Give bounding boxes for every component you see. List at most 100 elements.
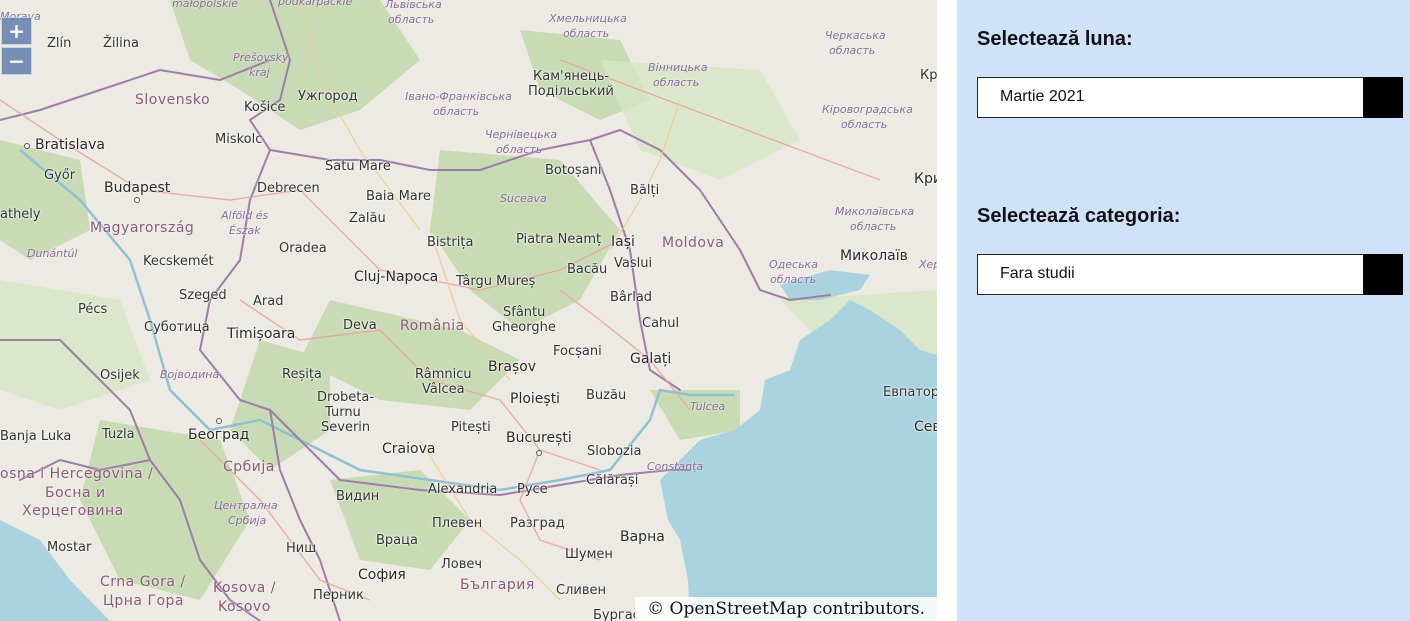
region-label-chernivetska-2: область (496, 143, 543, 156)
country-label-srbija: Србија (223, 459, 275, 475)
city-label-pecs: Pécs (78, 302, 108, 317)
region-label-tsentralna-1: Централна (214, 499, 278, 512)
city-label-vidin: Видин (336, 489, 380, 504)
category-select[interactable]: Fara studii (977, 254, 1403, 295)
city-label-drobeta-1: Drobeta- (317, 390, 375, 405)
city-label-timisoara: Timișoara (227, 326, 296, 342)
region-label-podkarpackie: podkarpackie (278, 0, 353, 8)
city-label-satu-mare: Satu Mare (325, 159, 391, 174)
region-label-kher: Хер (919, 258, 937, 271)
region-label-dunantul: Dunántúl (27, 247, 78, 260)
city-label-iasi: Iași (611, 234, 635, 250)
city-label-pernik: Перник (313, 588, 364, 603)
country-label-crna-gora-cyr: Црна Гора (103, 593, 185, 609)
region-label-vinnytska-2: область (653, 76, 700, 89)
map-panel-gap (937, 0, 957, 621)
region-label-alfold-1: Alföld és (221, 209, 269, 222)
city-label-zalau: Zalău (349, 211, 386, 226)
city-label-lovech: Ловеч (441, 557, 483, 572)
city-label-focsani: Focșani (553, 344, 602, 359)
city-label-bucuresti: București (506, 430, 572, 446)
city-label-sliven: Сливен (556, 583, 606, 598)
region-label-ivano-1: Івано-Франківська (405, 90, 512, 103)
zoom-out-button[interactable]: − (1, 47, 32, 75)
city-marker (24, 143, 30, 149)
region-label-malopolskie: małopolskie (172, 0, 239, 10)
dropdown-arrow-icon[interactable] (1363, 77, 1403, 118)
city-label-drobeta-2: Turnu (325, 405, 361, 420)
city-label-tuzla: Tuzla (102, 427, 135, 442)
city-label-gyor: Győr (44, 168, 76, 183)
country-label-magyarorszag: Magyarország (90, 220, 195, 236)
city-label-piatra-neamt: Piatra Neamț (516, 232, 602, 247)
city-label-deva: Deva (343, 318, 377, 333)
map-view[interactable]: România Moldova Slovensko Magyarország С… (0, 0, 937, 621)
region-label-lvivska-1: Львівська (385, 0, 442, 11)
city-marker (216, 418, 222, 424)
city-label-alexandria: Alexandria (428, 482, 498, 497)
city-label-ramnicu-1: Râmnicu (415, 367, 472, 382)
city-label-razgrad: Разград (510, 516, 565, 531)
city-label-ploiesti: Ploiești (510, 391, 561, 407)
city-label-arad: Arad (253, 294, 284, 309)
city-label-barlad: Bârlad (610, 290, 653, 305)
city-label-szekesfehervar: athely (0, 207, 41, 222)
city-label-szeged: Szeged (179, 288, 227, 303)
city-label-burgas: Бургас (593, 608, 640, 621)
category-select-value: Fara studii (1000, 265, 1075, 282)
city-label-galati: Galați (630, 351, 672, 367)
region-label-cherkaska-1: Черкаська (825, 29, 886, 42)
city-label-cluj: Cluj-Napoca (354, 269, 439, 285)
city-label-slobozia: Slobozia (587, 444, 642, 459)
region-label-constanta: Constanța (647, 460, 704, 473)
city-label-miskolc: Miskolc (215, 132, 263, 147)
zoom-in-button[interactable]: + (1, 17, 32, 45)
city-label-vratsa: Враца (376, 533, 418, 548)
region-label-mykolaivska-2: область (850, 220, 897, 233)
region-label-alfold-2: Észak (229, 224, 261, 237)
city-label-brasov: Brașov (488, 359, 537, 375)
city-label-uzhhorod: Ужгород (298, 89, 358, 104)
dropdown-arrow-icon[interactable] (1363, 254, 1403, 295)
region-label-presovsky-2: kraj (249, 66, 270, 79)
region-label-ivano-2: область (433, 105, 480, 118)
month-select-value: Martie 2021 (1000, 88, 1085, 105)
city-label-sfantu-2: Gheorghe (492, 320, 556, 335)
city-label-debrecen: Debrecen (257, 181, 320, 196)
city-label-kosice: Košice (244, 100, 286, 115)
region-label-vinnytska-1: Вінницька (648, 61, 708, 74)
map-attribution[interactable]: © OpenStreetMap contributors. (635, 597, 937, 621)
region-label-vojvodina: Војводина (160, 368, 220, 381)
region-label-tulcea: Tulcea (690, 400, 726, 413)
city-label-resita: Reșița (282, 367, 322, 382)
country-label-kosova: Kosova / (213, 580, 276, 596)
city-label-balti: Bălți (630, 183, 660, 198)
city-label-kamianets: Кам'янець- (533, 69, 610, 84)
country-label-bosnia-1: osna i Hercegovina / (0, 466, 154, 482)
country-label-kosovo: Kosovo (218, 599, 271, 615)
country-label-moldova: Moldova (662, 235, 725, 251)
city-label-sofia: София (358, 567, 406, 583)
city-label-kry: Кри (914, 171, 937, 187)
city-label-podilskyi: Подільський (528, 84, 614, 99)
region-label-tsentralna-2: Србија (228, 514, 267, 527)
city-label-subotica: Суботица (144, 320, 210, 335)
city-label-mostar: Mostar (47, 540, 92, 555)
region-label-mykolaivska-1: Миколаївська (835, 205, 915, 218)
region-label-odeska-1: Одеська (769, 258, 818, 271)
city-label-banja-luka: Banja Luka (0, 429, 72, 444)
month-select[interactable]: Martie 2021 (977, 77, 1403, 118)
region-label-suceava: Suceava (500, 192, 547, 205)
city-label-budapest: Budapest (104, 180, 171, 196)
control-panel: Selectează luna: Martie 2021 Selectează … (957, 0, 1410, 621)
region-label-cherkaska-2: область (829, 44, 876, 57)
city-label-mykolaiv: Миколаїв (840, 248, 908, 264)
region-label-khmelnytska-2: область (563, 27, 610, 40)
city-label-zilina: Žilina (103, 36, 139, 51)
city-label-zlin: Zlín (47, 36, 72, 51)
city-label-kirovohrad: Кр (920, 68, 937, 83)
region-label-chernivetska-1: Чернівецька (485, 128, 558, 141)
city-label-vaslui: Vaslui (614, 256, 653, 271)
city-marker (134, 197, 140, 203)
region-label-kirovohradska-1: Кіровоградська (822, 103, 913, 116)
